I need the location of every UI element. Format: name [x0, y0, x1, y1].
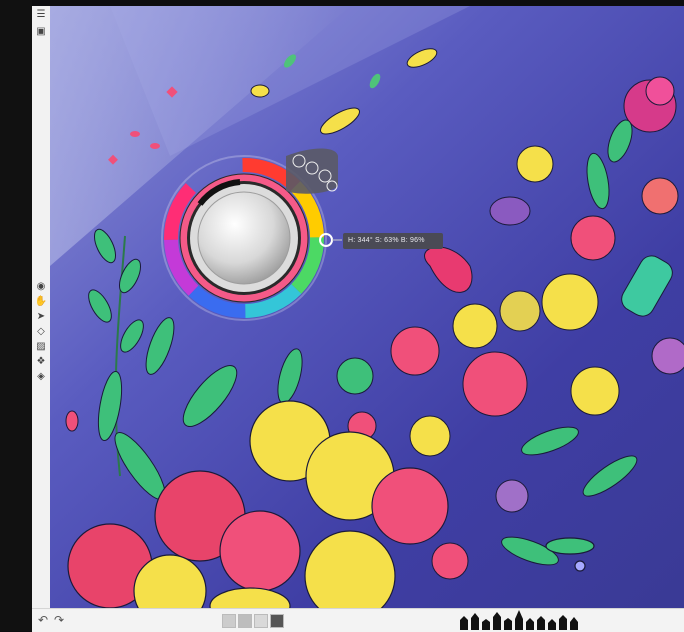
app-window: ☰ ▣ ◉ ✋ ➤ ◇ ▨ ❖ ◈ H: 344° S: 63% B: 96% … [0, 0, 684, 632]
brush-2-icon[interactable] [471, 613, 479, 630]
layer-stack-icon[interactable]: ❖ [34, 356, 48, 368]
shape-icon[interactable]: ◇ [34, 326, 48, 338]
brush-9-icon[interactable] [548, 619, 556, 630]
eye-icon[interactable]: ◉ [34, 281, 48, 293]
color-picker-mini-toolbar [286, 148, 338, 194]
menu-icon[interactable]: ☰ [34, 9, 48, 21]
layers-panel-icon[interactable]: ▣ [34, 26, 48, 38]
brush-4-icon[interactable] [493, 612, 501, 630]
brush-7-icon[interactable] [526, 618, 534, 630]
artwork [50, 6, 684, 608]
swatch-3[interactable] [254, 614, 268, 628]
image-icon[interactable]: ▨ [34, 341, 48, 353]
select-arrow-icon[interactable]: ➤ [34, 311, 48, 323]
brush-5-icon[interactable] [504, 618, 512, 630]
hand-icon[interactable]: ✋ [34, 296, 48, 308]
window-edge [0, 0, 32, 631]
brush-1-icon[interactable] [460, 616, 468, 630]
swatch-2[interactable] [238, 614, 252, 628]
swatch-1[interactable] [222, 614, 236, 628]
hsb-readout: H: 344° S: 63% B: 96% [343, 233, 443, 249]
brush-6-icon[interactable] [515, 610, 523, 630]
left-toolbar: ☰ ▣ ◉ ✋ ➤ ◇ ▨ ❖ ◈ [32, 6, 51, 608]
brush-10-icon[interactable] [559, 615, 567, 630]
redo-icon[interactable]: ↷ [54, 613, 64, 627]
brush-tray [460, 610, 578, 630]
brush-3-icon[interactable] [482, 619, 490, 630]
brush-11-icon[interactable] [570, 617, 578, 630]
swatch-4[interactable] [270, 614, 284, 628]
undo-icon[interactable]: ↶ [38, 613, 48, 627]
diamond-icon[interactable]: ◈ [34, 371, 48, 383]
brush-8-icon[interactable] [537, 616, 545, 630]
bottom-toolbar: ↶ ↷ [32, 608, 684, 632]
drawing-canvas[interactable] [50, 6, 684, 608]
